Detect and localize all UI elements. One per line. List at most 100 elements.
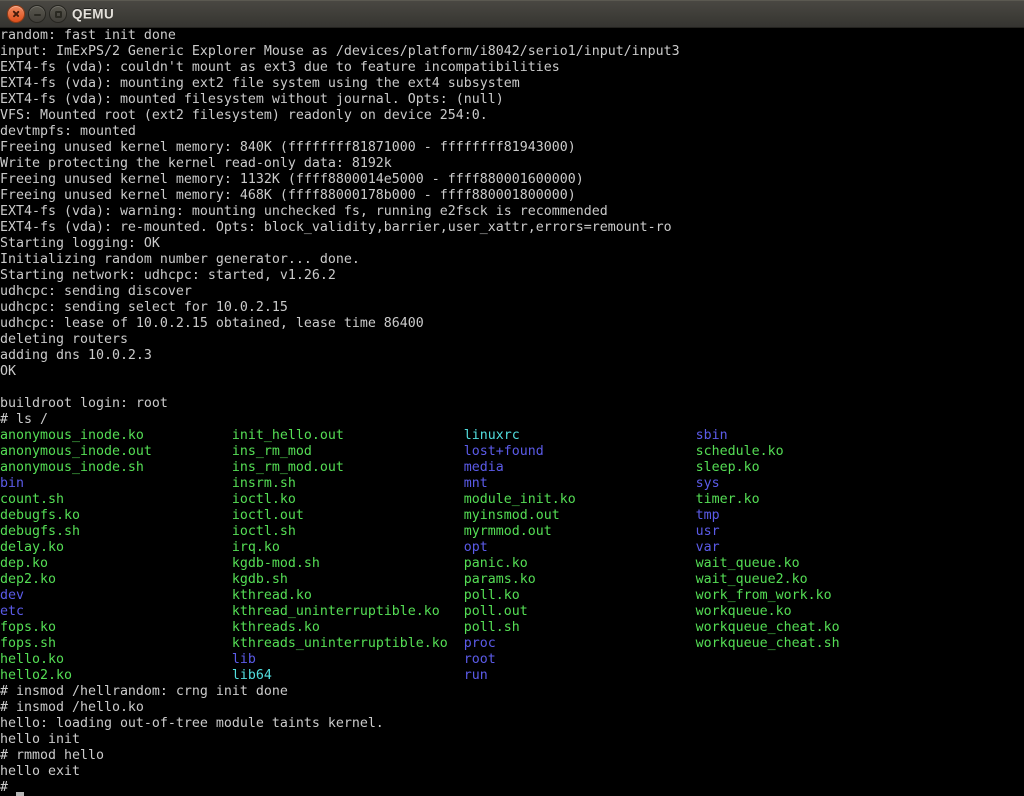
terminal-text: kthread_uninterruptible.ko — [232, 604, 464, 619]
terminal-line: dep2.ko kgdb.sh params.ko wait_queue2.ko — [0, 572, 1024, 588]
terminal-text: Freeing unused kernel memory: 840K (ffff… — [0, 140, 576, 155]
terminal-text: Starting network: udhcpc: started, v1.26… — [0, 268, 336, 283]
terminal-text: params.ko — [464, 572, 696, 587]
terminal-line: buildroot login: root — [0, 396, 1024, 412]
terminal-line: OK — [0, 364, 1024, 380]
terminal-text: count.sh — [0, 492, 232, 507]
terminal-text: wait_queue.ko — [696, 556, 800, 571]
terminal-line — [0, 380, 1024, 396]
terminal-text: devtmpfs: mounted — [0, 124, 136, 139]
terminal-text: debugfs.ko — [0, 508, 232, 523]
terminal-text: EXT4-fs (vda): re-mounted. Opts: block_v… — [0, 220, 672, 235]
terminal-line: hello2.ko lib64 run — [0, 668, 1024, 684]
terminal-line: dep.ko kgdb-mod.sh panic.ko wait_queue.k… — [0, 556, 1024, 572]
terminal-line: EXT4-fs (vda): warning: mounting uncheck… — [0, 204, 1024, 220]
terminal-text: hello exit — [0, 764, 80, 779]
terminal-text: root — [464, 652, 496, 667]
terminal-line: fops.ko kthreads.ko poll.sh workqueue_ch… — [0, 620, 1024, 636]
terminal-text: # ls / — [0, 412, 48, 427]
terminal-line: Starting logging: OK — [0, 236, 1024, 252]
terminal-text: delay.ko — [0, 540, 232, 555]
terminal-line: anonymous_inode.out ins_rm_mod lost+foun… — [0, 444, 1024, 460]
terminal-line: EXT4-fs (vda): couldn't mount as ext3 du… — [0, 60, 1024, 76]
terminal-line: udhcpc: sending discover — [0, 284, 1024, 300]
terminal-text: udhcpc: sending discover — [0, 284, 192, 299]
close-icon[interactable] — [7, 5, 25, 23]
terminal-line: hello.ko lib root — [0, 652, 1024, 668]
terminal-line: deleting routers — [0, 332, 1024, 348]
terminal-line: # — [0, 780, 1024, 796]
terminal-text: fops.ko — [0, 620, 232, 635]
terminal-text: Write protecting the kernel read-only da… — [0, 156, 392, 171]
terminal-text: sbin — [696, 428, 728, 443]
terminal-text: EXT4-fs (vda): mounted filesystem withou… — [0, 92, 504, 107]
terminal-text: Starting logging: OK — [0, 236, 160, 251]
terminal-text: # insmod /hello.ko — [0, 700, 144, 715]
terminal-text: buildroot login: root — [0, 396, 168, 411]
terminal-text: opt — [464, 540, 696, 555]
terminal-line: udhcpc: sending select for 10.0.2.15 — [0, 300, 1024, 316]
terminal-text: timer.ko — [696, 492, 760, 507]
terminal-screen[interactable]: random: fast init doneinput: ImExPS/2 Ge… — [0, 28, 1024, 796]
minimize-icon[interactable] — [28, 5, 46, 23]
terminal-line: EXT4-fs (vda): mounted filesystem withou… — [0, 92, 1024, 108]
terminal-text: workqueue_cheat.sh — [696, 636, 840, 651]
terminal-text: lib — [232, 652, 464, 667]
terminal-text: tmp — [696, 508, 720, 523]
terminal-text: workqueue.ko — [696, 604, 792, 619]
terminal-text: fops.sh — [0, 636, 232, 651]
terminal-text: panic.ko — [464, 556, 696, 571]
terminal-text: dep.ko — [0, 556, 232, 571]
terminal-line: # ls / — [0, 412, 1024, 428]
terminal-text: kthreads_uninterruptible.ko — [232, 636, 464, 651]
terminal-text: udhcpc: sending select for 10.0.2.15 — [0, 300, 288, 315]
terminal-text: Freeing unused kernel memory: 1132K (fff… — [0, 172, 584, 187]
terminal-text: media — [464, 460, 696, 475]
terminal-text: lost+found — [464, 444, 696, 459]
terminal-text: work_from_work.ko — [696, 588, 832, 603]
terminal-text: hello.ko — [0, 652, 232, 667]
terminal-text: myrmmod.out — [464, 524, 696, 539]
maximize-icon[interactable] — [49, 5, 67, 23]
terminal-cursor — [16, 780, 24, 796]
terminal-line: hello exit — [0, 764, 1024, 780]
terminal-text: dep2.ko — [0, 572, 232, 587]
terminal-text: kgdb.sh — [232, 572, 464, 587]
terminal-text: # — [0, 780, 16, 795]
terminal-line: # rmmod hello — [0, 748, 1024, 764]
terminal-text: poll.out — [464, 604, 696, 619]
terminal-text: input: ImExPS/2 Generic Explorer Mouse a… — [0, 44, 680, 59]
terminal-line: EXT4-fs (vda): re-mounted. Opts: block_v… — [0, 220, 1024, 236]
terminal-line: dev kthread.ko poll.ko work_from_work.ko — [0, 588, 1024, 604]
terminal-text: ioctl.ko — [232, 492, 464, 507]
terminal-text: ins_rm_mod — [232, 444, 464, 459]
terminal-text: anonymous_inode.ko — [0, 428, 232, 443]
terminal-text: EXT4-fs (vda): couldn't mount as ext3 du… — [0, 60, 560, 75]
window-title: QEMU — [72, 7, 114, 22]
terminal-text: EXT4-fs (vda): mounting ext2 file system… — [0, 76, 520, 91]
terminal-text: wait_queue2.ko — [696, 572, 808, 587]
terminal-text: OK — [0, 364, 16, 379]
terminal-text: ioctl.out — [232, 508, 464, 523]
terminal-text: hello: loading out-of-tree module taints… — [0, 716, 384, 731]
terminal-text: proc — [464, 636, 696, 651]
terminal-text: init_hello.out — [232, 428, 464, 443]
terminal-text: insrm.sh — [232, 476, 464, 491]
terminal-text: irq.ko — [232, 540, 464, 555]
terminal-line: fops.sh kthreads_uninterruptible.ko proc… — [0, 636, 1024, 652]
terminal-text: VFS: Mounted root (ext2 filesystem) read… — [0, 108, 488, 123]
terminal-line: Initializing random number generator... … — [0, 252, 1024, 268]
terminal-text: deleting routers — [0, 332, 128, 347]
title-bar[interactable]: QEMU — [0, 0, 1024, 28]
terminal-line: hello: loading out-of-tree module taints… — [0, 716, 1024, 732]
terminal-text: # rmmod hello — [0, 748, 104, 763]
terminal-line: EXT4-fs (vda): mounting ext2 file system… — [0, 76, 1024, 92]
terminal-text: kthreads.ko — [232, 620, 464, 635]
terminal-text: bin — [0, 476, 232, 491]
terminal-text: linuxrc — [464, 428, 696, 443]
terminal-text: run — [464, 668, 488, 683]
terminal-line: anonymous_inode.ko init_hello.out linuxr… — [0, 428, 1024, 444]
terminal-text: kthread.ko — [232, 588, 464, 603]
terminal-text: anonymous_inode.out — [0, 444, 232, 459]
terminal-text: poll.sh — [464, 620, 696, 635]
